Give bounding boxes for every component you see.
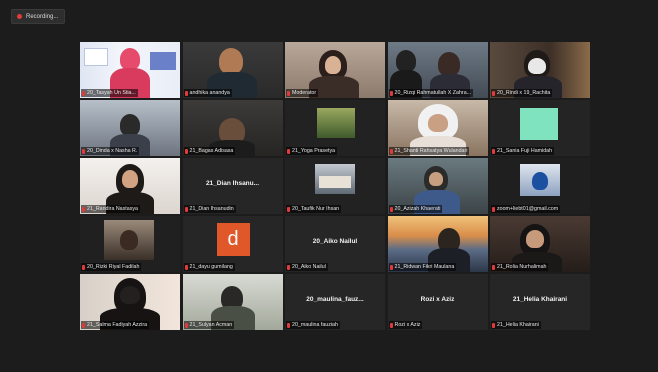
participant-name: 21_Dian Ihsanudin: [183, 205, 236, 213]
participant-tile[interactable]: Rozi x Aziz Rozi x Aziz: [387, 274, 488, 330]
participant-display-name: 21_Helia Khairani: [512, 296, 568, 303]
mic-muted-icon: [82, 206, 85, 212]
mic-muted-icon: [389, 148, 393, 154]
participant-name: 21_Bagas Adisasa: [183, 147, 236, 155]
mic-muted-icon: [492, 206, 495, 212]
mic-muted-icon: [82, 322, 85, 328]
participant-name: 20_Rindi x 19_Rachita: [491, 89, 553, 97]
participant-name: 20_Tasyah Un Stia...: [81, 89, 138, 97]
mic-muted-icon: [492, 90, 495, 96]
recording-label: Recording...: [26, 13, 59, 20]
participant-name: 20_Aiko Nailul: [286, 263, 328, 271]
mic-muted-icon: [389, 264, 393, 270]
participant-name: 21_Ridwan Fikri Maulana: [388, 263, 457, 271]
participant-name: zoom+liebt01@gmail.com: [491, 205, 561, 213]
participant-tile[interactable]: 20_Azizah Khaerati: [387, 158, 488, 214]
meeting-window: Recording... 20_Tasyah Un Stia... andhik…: [0, 0, 658, 372]
mic-muted-icon: [82, 264, 85, 270]
participant-tile[interactable]: 21_Yoga Prasetya: [285, 100, 385, 156]
mic-muted-icon: [287, 322, 290, 328]
mic-muted-icon: [287, 90, 290, 96]
participant-tile[interactable]: 21_Salma Fadiyah Azzira: [80, 274, 180, 330]
participant-name: 20_maulina fauziah: [286, 321, 340, 329]
participant-name: 21_dayu gumilang: [183, 263, 235, 271]
participant-name: 21_Shanti Rahsatya Wulandari: [388, 147, 470, 155]
participant-tile[interactable]: 21_Sania Fuji Hamidah: [490, 100, 590, 156]
mic-muted-icon: [184, 264, 188, 270]
participant-name: 21_Yoga Prasetya: [286, 147, 338, 155]
participant-tile[interactable]: andhika anandya: [182, 42, 283, 98]
mic-muted-icon: [389, 206, 393, 212]
recording-dot-icon: [17, 14, 22, 19]
participant-tile[interactable]: Moderator: [285, 42, 385, 98]
mic-muted-icon: [184, 90, 188, 96]
participant-name: 21_Helia Khairani: [491, 321, 541, 329]
mic-muted-icon: [389, 90, 393, 96]
participant-name: 21_Sania Fuji Hamidah: [491, 147, 555, 155]
participant-tile[interactable]: 20_maulina_fauz... 20_maulina fauziah: [285, 274, 385, 330]
participant-name: Moderator: [286, 89, 319, 97]
participant-tile[interactable]: 21_Helia Khairani 21_Helia Khairani: [490, 274, 590, 330]
participant-tile[interactable]: 20_Aiko Nailul 20_Aiko Nailul: [285, 216, 385, 272]
recording-indicator[interactable]: Recording...: [11, 9, 66, 24]
participant-display-name: Rozi x Aziz: [420, 296, 455, 303]
participant-name: 20_Taufik Nur Ihsan: [286, 205, 342, 213]
participant-tile[interactable]: 21_Shanti Rahsatya Wulandari: [387, 100, 488, 156]
participant-tile[interactable]: 21_Rolia Nurhalimah: [490, 216, 590, 272]
participant-tile[interactable]: 20_Taufik Nur Ihsan: [285, 158, 385, 214]
mic-muted-icon: [82, 148, 85, 154]
mic-muted-icon: [287, 264, 290, 270]
participant-tile-active-speaker[interactable]: 20_Rindi x 19_Rachita: [490, 42, 590, 98]
participant-display-name: 20_Aiko Nailul: [312, 238, 358, 245]
mic-muted-icon: [287, 206, 290, 212]
mic-muted-icon: [492, 322, 495, 328]
participant-tile[interactable]: 21_Bagas Adisasa: [182, 100, 283, 156]
participant-tile[interactable]: 21_Randira Nastasya: [80, 158, 180, 214]
participant-name: 21_Rolia Nurhalimah: [491, 263, 549, 271]
avatar: d: [216, 223, 250, 256]
mic-muted-icon: [287, 148, 290, 154]
participant-display-name: 20_maulina_fauz...: [306, 296, 364, 303]
participant-display-name: 21_Dian Ihsanu...: [205, 180, 260, 187]
participant-tile[interactable]: 21_Ridwan Fikri Maulana: [387, 216, 488, 272]
participant-name: Rozi x Aziz: [388, 321, 423, 329]
participant-tile[interactable]: 20_Rizki Riyal Fadilah: [80, 216, 180, 272]
participant-tile[interactable]: 21_Sulyan Acman: [182, 274, 283, 330]
participant-name: 20_Rizqi Rahmatullah X Zahra...: [388, 89, 474, 97]
participant-tile[interactable]: d 21_dayu gumilang: [182, 216, 283, 272]
participant-tile[interactable]: 20_Rizqi Rahmatullah X Zahra...: [387, 42, 488, 98]
participant-name: 20_Rizki Riyal Fadilah: [81, 263, 142, 271]
participant-tile[interactable]: 20_Tasyah Un Stia...: [80, 42, 180, 98]
participant-name: 21_Salma Fadiyah Azzira: [81, 321, 150, 329]
mic-muted-icon: [82, 90, 85, 96]
gallery-grid: 20_Tasyah Un Stia... andhika anandya Mod…: [80, 42, 590, 334]
participant-name: 21_Randira Nastasya: [81, 205, 140, 213]
participant-name: 20_Azizah Khaerati: [388, 205, 443, 213]
participant-tile[interactable]: 20_Dinda x Nasha R.: [80, 100, 180, 156]
mic-muted-icon: [184, 148, 188, 154]
participant-name: 20_Dinda x Nasha R.: [81, 147, 140, 155]
mic-muted-icon: [184, 206, 188, 212]
mic-muted-icon: [492, 264, 495, 270]
participant-name: 21_Sulyan Acman: [183, 321, 235, 329]
mic-muted-icon: [184, 322, 188, 328]
participant-tile[interactable]: zoom+liebt01@gmail.com: [490, 158, 590, 214]
participant-name: andhika anandya: [183, 89, 232, 97]
mic-muted-icon: [389, 322, 393, 328]
participant-tile[interactable]: 21_Dian Ihsanu... 21_Dian Ihsanudin: [182, 158, 283, 214]
mic-muted-icon: [492, 148, 495, 154]
